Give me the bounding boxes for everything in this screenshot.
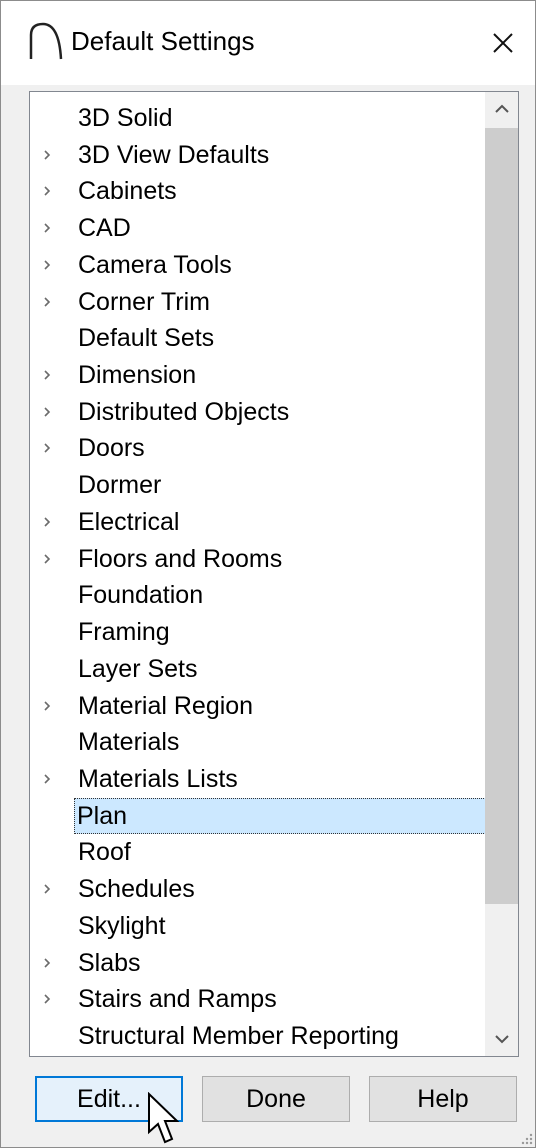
chevron-right-icon[interactable]	[42, 297, 52, 307]
tree-item[interactable]: CAD	[30, 210, 486, 247]
chevron-right-icon[interactable]	[42, 370, 52, 380]
tree-item[interactable]: Dimension	[30, 357, 486, 394]
default-settings-dialog: Default Settings 3D Solid 3D View Default…	[0, 0, 536, 1148]
chevron-right-icon[interactable]	[42, 994, 52, 1004]
chevron-right-icon[interactable]	[42, 150, 52, 160]
title-bar: Default Settings	[1, 1, 535, 85]
chevron-right-icon[interactable]	[42, 774, 52, 784]
tree-items: 3D Solid 3D View Defaults Cabinets CAD Camer…	[30, 100, 486, 1055]
tree-item-label: Roof	[78, 838, 131, 867]
pointer-cursor-icon	[148, 1092, 180, 1144]
tree-item[interactable]: Cabinets	[30, 173, 486, 210]
tree-item-label: Structural Member Reporting	[78, 1021, 399, 1050]
settings-tree[interactable]: 3D Solid 3D View Defaults Cabinets CAD Camer…	[29, 91, 519, 1057]
tree-item-label: Skylight	[78, 911, 166, 940]
tree-item[interactable]: Dormer	[30, 467, 486, 504]
tree-item-label: Dimension	[78, 361, 197, 390]
tree-item[interactable]: Plan	[30, 797, 486, 835]
arch-icon	[29, 22, 63, 60]
tree-item-label: Floors and Rooms	[78, 544, 283, 573]
chevron-right-icon[interactable]	[42, 186, 52, 197]
vertical-scrollbar[interactable]	[485, 92, 518, 1056]
tree-item-label: Schedules	[78, 875, 195, 904]
scroll-thumb[interactable]	[485, 128, 518, 904]
chevron-right-icon[interactable]	[42, 957, 52, 968]
tree-item[interactable]: Distributed Objects	[30, 394, 486, 431]
tree-item[interactable]: Schedules	[30, 871, 486, 908]
tree-item-label: Electrical	[78, 507, 180, 536]
tree-item[interactable]: 3D Solid	[30, 100, 486, 137]
tree-item[interactable]: Default Sets	[30, 320, 486, 357]
tree-item[interactable]: Skylight	[30, 908, 486, 945]
chevron-right-icon[interactable]	[42, 517, 52, 527]
chevron-right-icon[interactable]	[42, 700, 52, 711]
tree-item[interactable]: Material Region	[30, 688, 486, 725]
tree-item[interactable]: Doors	[30, 430, 486, 467]
tree-item[interactable]: Framing	[30, 614, 486, 651]
done-button[interactable]: Done	[202, 1076, 350, 1122]
chevron-right-icon[interactable]	[42, 554, 52, 564]
tree-item-label: Materials Lists	[78, 764, 238, 793]
tree-item[interactable]: Corner Trim	[30, 284, 486, 321]
tree-item[interactable]: Stairs and Ramps	[30, 981, 486, 1018]
chevron-right-icon[interactable]	[42, 407, 52, 417]
tree-item-label: Plan	[74, 797, 486, 834]
tree-item-label: Corner Trim	[78, 287, 210, 316]
tree-item-label: Doors	[78, 434, 145, 463]
tree-item[interactable]: Layer Sets	[30, 651, 486, 688]
tree-item[interactable]: Materials Lists	[30, 761, 486, 798]
tree-item-label: Materials	[78, 728, 180, 757]
chevron-up-icon	[494, 104, 509, 113]
chevron-down-icon	[494, 1035, 509, 1044]
tree-item-label: CAD	[78, 214, 131, 243]
tree-item[interactable]: Materials	[30, 724, 486, 761]
tree-item-label: Foundation	[78, 581, 204, 610]
window-title: Default Settings	[71, 26, 255, 56]
tree-item-label: 3D Solid	[78, 104, 173, 132]
tree-item-label: Layer Sets	[78, 654, 198, 683]
tree-item-label: Framing	[78, 618, 170, 647]
tree-item[interactable]: Structural Member Reporting	[30, 1018, 486, 1055]
resize-grip-icon[interactable]	[519, 1131, 533, 1145]
scroll-up-button[interactable]	[485, 92, 518, 126]
chevron-right-icon[interactable]	[42, 443, 52, 454]
chevron-right-icon[interactable]	[42, 884, 52, 894]
help-button[interactable]: Help	[369, 1076, 517, 1122]
chevron-right-icon[interactable]	[42, 260, 52, 270]
tree-item-label: Slabs	[78, 948, 141, 977]
close-button[interactable]	[471, 1, 535, 85]
tree-item-label: Distributed Objects	[78, 397, 290, 426]
tree-item[interactable]: 3D View Defaults	[30, 137, 486, 174]
scroll-down-button[interactable]	[485, 1022, 518, 1056]
tree-item[interactable]: Camera Tools	[30, 247, 486, 284]
tree-item-label: Camera Tools	[78, 250, 232, 279]
tree-item[interactable]: Electrical	[30, 504, 486, 541]
tree-item[interactable]: Roof	[30, 834, 486, 871]
close-icon	[493, 33, 513, 53]
chevron-right-icon[interactable]	[42, 223, 52, 233]
tree-item-label: Cabinets	[78, 177, 177, 206]
tree-item-label: Stairs and Ramps	[78, 985, 277, 1014]
tree-item[interactable]: Slabs	[30, 945, 486, 982]
tree-item-label: Dormer	[78, 471, 162, 500]
tree-item-label: 3D View Defaults	[78, 140, 270, 169]
tree-item-label: Default Sets	[78, 324, 215, 353]
tree-item-label: Material Region	[78, 691, 254, 720]
tree-item[interactable]: Floors and Rooms	[30, 541, 486, 578]
tree-item[interactable]: Foundation	[30, 577, 486, 614]
